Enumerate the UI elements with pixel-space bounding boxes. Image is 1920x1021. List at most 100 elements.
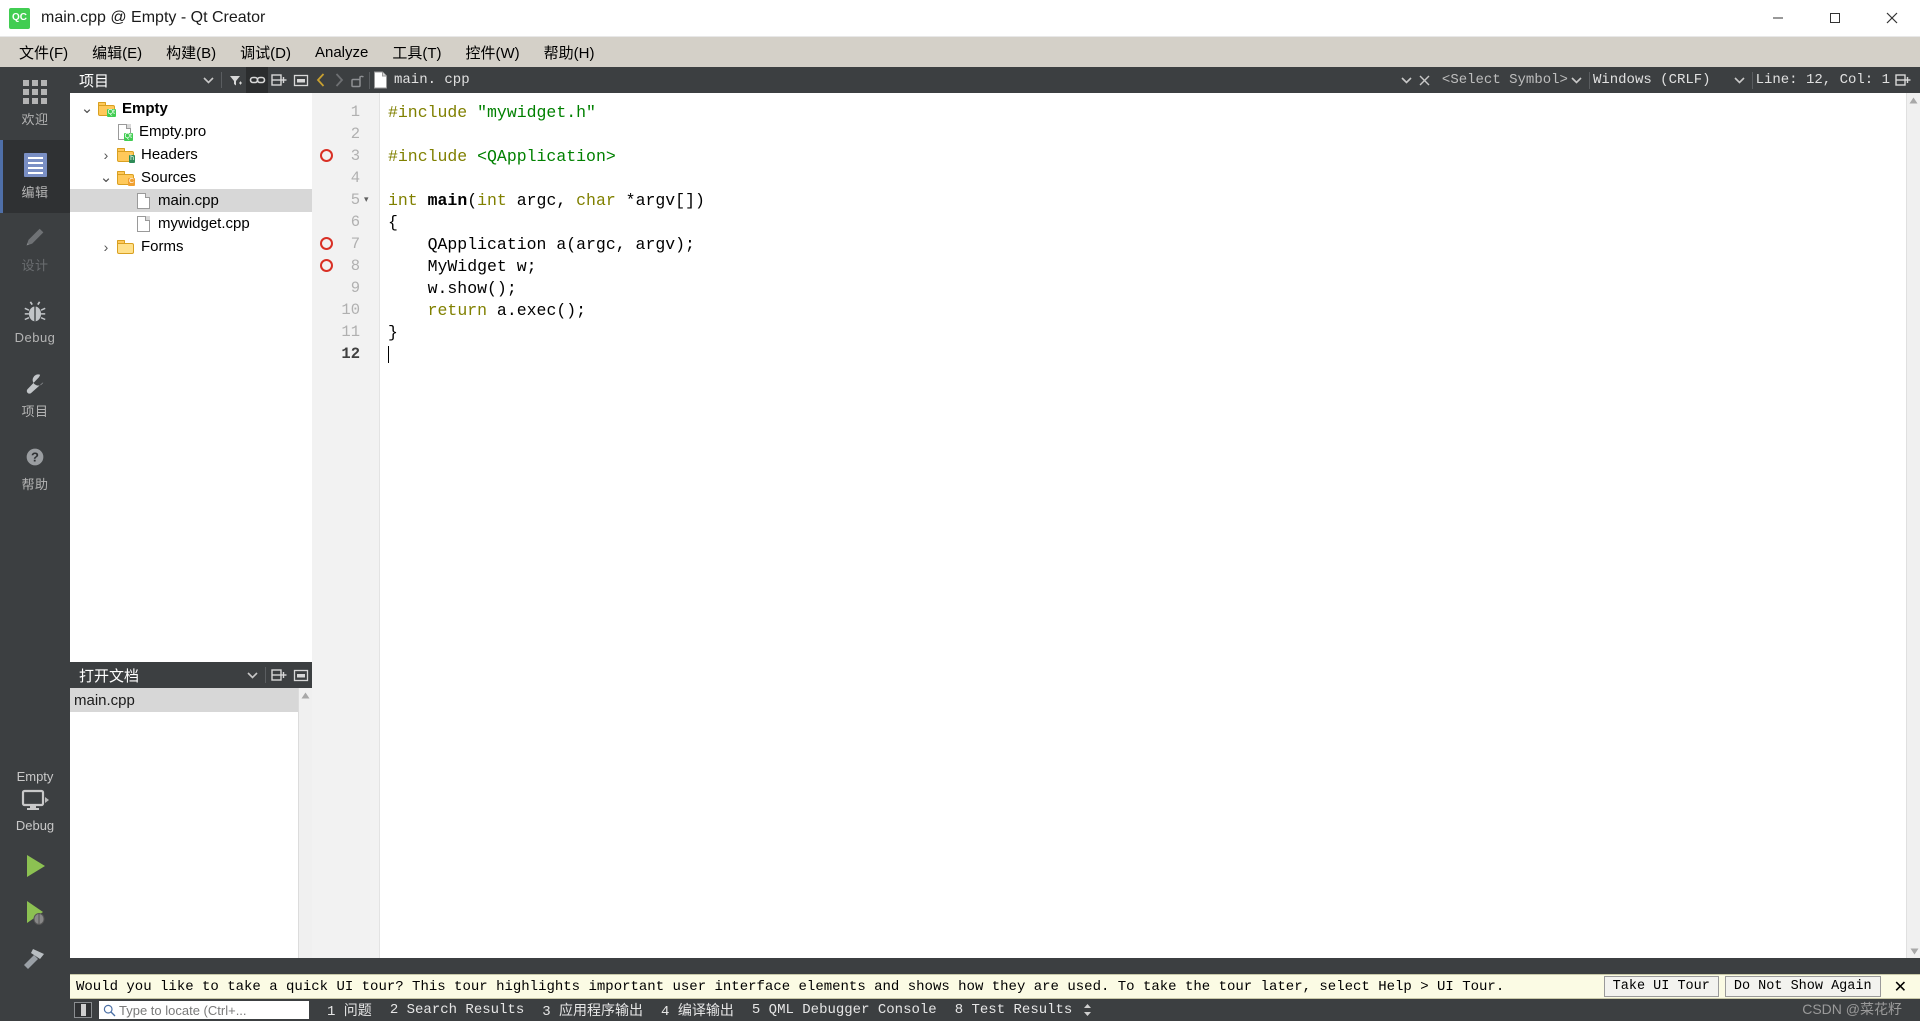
tree-item[interactable]: main.cpp xyxy=(70,189,312,212)
line-number: 7 xyxy=(350,235,360,253)
code-line[interactable]: 1 #include "mywidget.h" xyxy=(351,101,1906,123)
open-documents-list[interactable]: main.cpp xyxy=(70,688,312,958)
tree-twisty-icon[interactable]: › xyxy=(95,239,117,255)
status-qml-debugger-console[interactable]: 5 QML Debugger Console xyxy=(752,1002,937,1018)
navigate-forward-button[interactable] xyxy=(330,67,348,93)
build-button[interactable] xyxy=(0,935,70,981)
symbol-selector[interactable]: <Select Symbol> xyxy=(1442,72,1568,88)
code-line[interactable]: 2 xyxy=(351,123,1906,145)
code-line[interactable]: 10 return a.exec(); xyxy=(341,299,1906,321)
status-application-output[interactable]: 3 应用程序输出 xyxy=(542,1000,643,1020)
tree-item[interactable]: ⌄ Qt Empty xyxy=(70,97,312,120)
mode-编辑[interactable]: 编辑 xyxy=(0,140,70,213)
tree-twisty-icon[interactable]: ⌄ xyxy=(76,101,98,116)
line-ending-dropdown-icon[interactable] xyxy=(1568,67,1586,93)
add-split-icon[interactable] xyxy=(268,67,290,93)
status-test-results[interactable]: 8 Test Results xyxy=(955,1002,1073,1018)
code-editor[interactable]: 1 #include "mywidget.h" 2 3 #include <QAppli… xyxy=(312,93,1920,958)
question-icon: ? xyxy=(22,444,48,470)
close-banner-icon[interactable]: ✕ xyxy=(1887,977,1914,997)
code-line[interactable]: 7 QApplication a(argc, argv); xyxy=(320,233,1906,255)
tree-item[interactable]: ⌄ C Sources xyxy=(70,166,312,189)
text-caret xyxy=(388,345,389,363)
start-debugging-button[interactable] xyxy=(0,889,70,935)
tree-item[interactable]: Qt Empty.pro xyxy=(70,120,312,143)
code-token: w.show(); xyxy=(388,278,517,298)
code-token: <QApplication> xyxy=(477,146,616,166)
menu-debug[interactable]: 调试(D) xyxy=(228,38,303,67)
grid-icon xyxy=(23,80,47,104)
add-split-icon[interactable] xyxy=(268,662,290,688)
tree-twisty-icon[interactable]: ⌄ xyxy=(95,170,117,185)
grid-icon xyxy=(22,79,48,105)
navigate-back-button[interactable] xyxy=(312,67,330,93)
code-line[interactable]: 4 xyxy=(351,167,1906,189)
take-ui-tour-button[interactable]: Take UI Tour xyxy=(1603,976,1719,997)
code-line[interactable]: 5 ▾ int main(int argc, char *argv[]) xyxy=(351,189,1906,211)
mode-设计[interactable]: 设计 xyxy=(0,213,70,286)
open-document-item[interactable]: main.cpp xyxy=(70,688,312,712)
output-pane-spinbox[interactable] xyxy=(1082,1003,1093,1017)
projects-view-dropdown-icon[interactable] xyxy=(197,67,219,93)
scroll-up-icon[interactable] xyxy=(1907,93,1920,107)
code-line[interactable]: 3 #include <QApplication> xyxy=(320,145,1906,167)
code-line[interactable]: 6{ xyxy=(351,211,1906,233)
scroll-up-icon[interactable] xyxy=(299,688,312,702)
do-not-show-again-button[interactable]: Do Not Show Again xyxy=(1724,976,1881,997)
status-search-results[interactable]: 2 Search Results xyxy=(390,1002,524,1018)
close-current-file-icon[interactable] xyxy=(1416,67,1434,93)
kit-selector-button[interactable] xyxy=(0,784,70,818)
status-compile-output[interactable]: 4 编译输出 xyxy=(661,1000,734,1020)
encoding-dropdown-icon[interactable] xyxy=(1731,67,1749,93)
close-dock-icon[interactable] xyxy=(290,662,312,688)
filter-tree-icon[interactable] xyxy=(224,67,246,93)
unlocked-padlock-icon[interactable] xyxy=(348,67,366,93)
line-ending-label[interactable]: Windows (CRLF) xyxy=(1593,72,1711,88)
locator-input[interactable]: Type to locate (Ctrl+... xyxy=(99,1001,309,1019)
synchronize-with-editor-icon[interactable] xyxy=(246,67,268,93)
close-dock-icon[interactable] xyxy=(290,67,312,93)
scroll-down-icon[interactable] xyxy=(1907,944,1920,958)
code-token: "mywidget.h" xyxy=(477,102,596,122)
file-dropdown-icon[interactable] xyxy=(1398,67,1416,93)
status-issues[interactable]: 1 问题 xyxy=(327,1000,372,1020)
mode-帮助[interactable]: ? 帮助 xyxy=(0,432,70,505)
close-button[interactable] xyxy=(1863,0,1920,37)
code-line[interactable]: 12 xyxy=(341,343,1906,365)
tree-twisty-icon[interactable]: › xyxy=(95,147,117,163)
minimize-button[interactable] xyxy=(1749,0,1806,37)
fold-indicator-icon[interactable]: ▾ xyxy=(364,195,378,205)
menu-tools[interactable]: 工具(T) xyxy=(380,38,453,67)
open-documents-dropdown-icon[interactable] xyxy=(241,662,263,688)
menu-edit[interactable]: 编辑(E) xyxy=(80,38,154,67)
run-button[interactable] xyxy=(0,843,70,889)
ui-tour-actions: Take UI Tour Do Not Show Again ✕ xyxy=(1603,976,1914,997)
code-lines[interactable]: 1 #include "mywidget.h" 2 3 #include <QAppli… xyxy=(320,93,1906,958)
tree-item[interactable]: › Forms xyxy=(70,235,312,258)
folder-qt-icon: Qt xyxy=(98,101,116,117)
toggle-sidebar-icon[interactable] xyxy=(74,1002,92,1018)
current-file-selector[interactable]: main. cpp xyxy=(373,67,470,93)
menu-file[interactable]: 文件(F) xyxy=(7,38,80,67)
maximize-button[interactable] xyxy=(1806,0,1863,37)
tree-item[interactable]: › h Headers xyxy=(70,143,312,166)
mode-Debug[interactable]: Debug xyxy=(0,286,70,359)
menu-analyze[interactable]: Analyze xyxy=(303,40,380,65)
menu-help[interactable]: 帮助(H) xyxy=(532,38,607,67)
mode-欢迎[interactable]: 欢迎 xyxy=(0,67,70,140)
code-line[interactable]: 11} xyxy=(341,321,1906,343)
editor-scrollbar[interactable] xyxy=(1906,93,1920,958)
open-documents-scrollbar[interactable] xyxy=(298,688,312,958)
menu-build[interactable]: 构建(B) xyxy=(154,38,228,67)
mode-项目[interactable]: 项目 xyxy=(0,359,70,432)
tree-item[interactable]: mywidget.cpp xyxy=(70,212,312,235)
tree-item-label: Empty.pro xyxy=(139,123,207,140)
code-line[interactable]: 8 MyWidget w; xyxy=(320,255,1906,277)
tree-item-label: mywidget.cpp xyxy=(158,215,250,232)
project-tree[interactable]: ⌄ Qt Empty Qt Empty.pro › h Headers ⌄ C Sources mai… xyxy=(70,93,312,662)
folder-h-icon: h xyxy=(117,147,135,163)
code-token: char xyxy=(576,190,616,210)
split-editor-icon[interactable] xyxy=(1890,67,1916,93)
code-line[interactable]: 9 w.show(); xyxy=(351,277,1906,299)
menu-window[interactable]: 控件(W) xyxy=(454,38,532,67)
